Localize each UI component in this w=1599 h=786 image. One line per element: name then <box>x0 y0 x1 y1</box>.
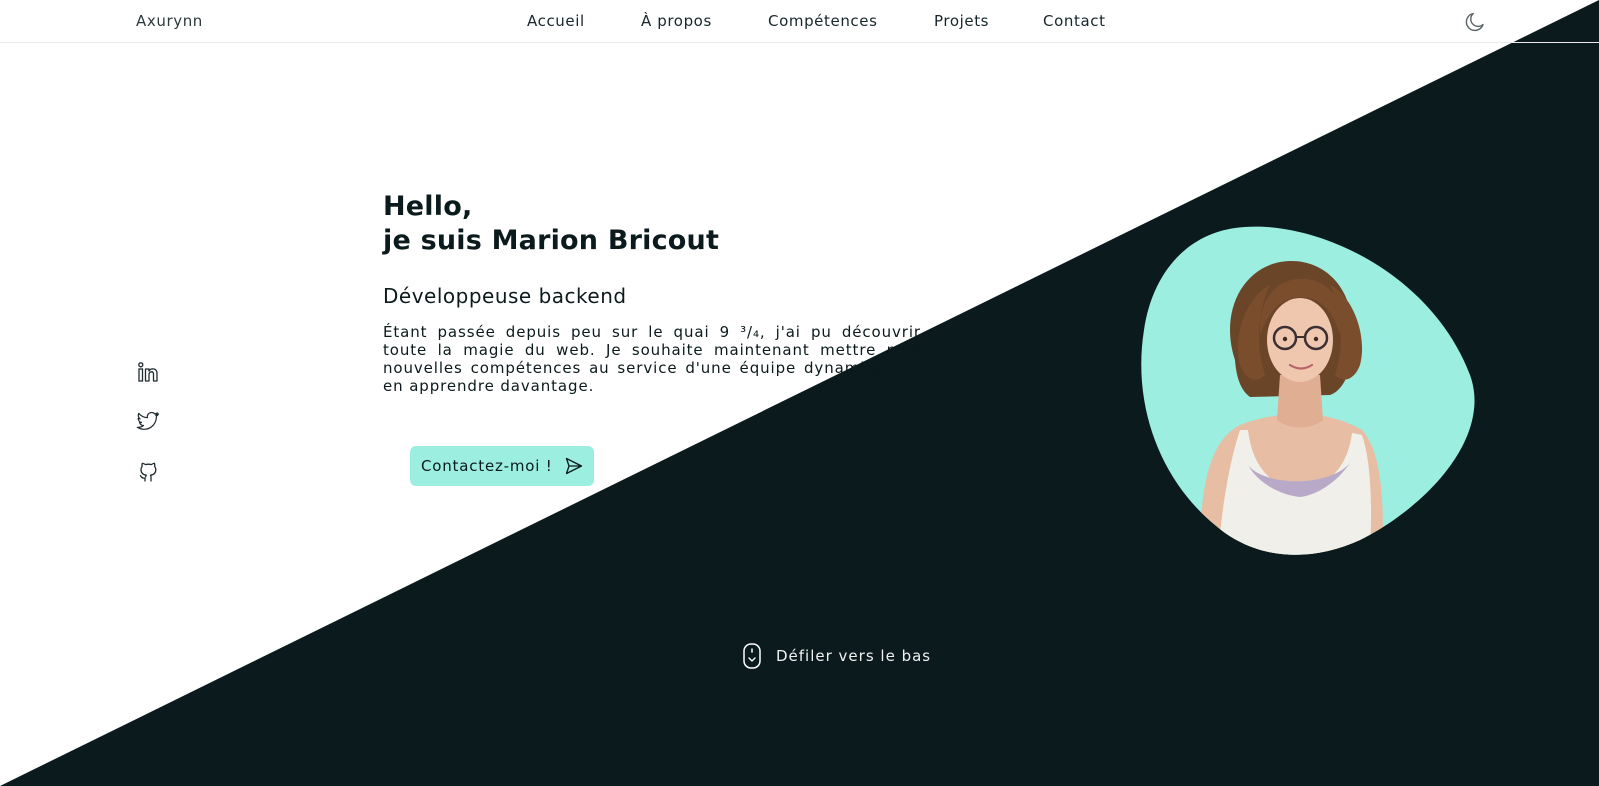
hero-description: Étant passée depuis peu sur le quai 9 ³/… <box>383 323 921 395</box>
contact-button-label: Contactez-moi ! <box>421 457 553 475</box>
moon-icon[interactable] <box>1463 10 1487 34</box>
nav-projets[interactable]: Projets <box>934 12 989 30</box>
mouse-icon <box>743 643 761 669</box>
hero-section: Hello, je suis Marion Bricout Développeu… <box>383 190 923 395</box>
github-icon[interactable] <box>136 460 160 484</box>
hero-subtitle: Développeuse backend <box>383 284 627 308</box>
send-icon <box>565 457 583 475</box>
greeting-line-2: je suis Marion Bricout <box>383 225 720 256</box>
profile-portrait <box>1141 226 1475 555</box>
linkedin-icon[interactable] <box>136 360 160 384</box>
twitter-icon[interactable] <box>136 409 160 433</box>
nav-competences[interactable]: Compétences <box>768 12 878 30</box>
scroll-down-label: Défiler vers le bas <box>776 647 932 665</box>
site-logo[interactable]: Axurynn <box>136 12 203 30</box>
hero-greeting: Hello, je suis Marion Bricout <box>383 190 923 258</box>
nav-accueil[interactable]: Accueil <box>527 12 585 30</box>
nav-contact[interactable]: Contact <box>1043 12 1106 30</box>
greeting-line-1: Hello, <box>383 191 473 222</box>
top-navbar: Axurynn Accueil À propos Compétences Pro… <box>0 0 1599 43</box>
nav-a-propos[interactable]: À propos <box>641 12 712 30</box>
contact-button[interactable]: Contactez-moi ! <box>410 446 594 486</box>
